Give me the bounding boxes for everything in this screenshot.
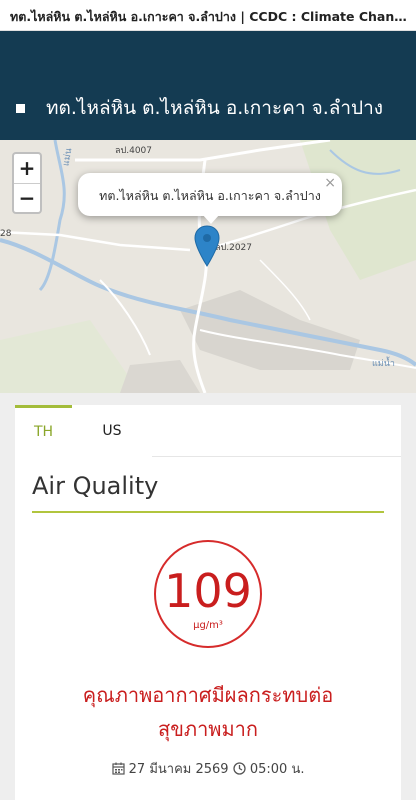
clock-icon xyxy=(233,762,246,775)
aqi-gauge: 109 µg/m³ xyxy=(154,540,262,648)
aqi-status-line1: คุณภาพอากาศมีผลกระทบต่อ xyxy=(82,683,334,707)
popup-close-button[interactable]: × xyxy=(324,175,336,191)
road-label-28: 28 xyxy=(0,229,12,239)
river-label-bottom: แม่น้ำ xyxy=(372,359,395,369)
popup-tip xyxy=(202,214,220,224)
zoom-in-button[interactable]: + xyxy=(14,154,40,184)
aqi-unit: µg/m³ xyxy=(193,620,223,631)
map-popup: ทต.ไหล่หิน ต.ไหล่หิน อ.เกาะคา จ.ลำปาง × xyxy=(78,173,342,224)
tab-us[interactable]: US xyxy=(72,405,152,457)
page-title: ทต.ไหล่หิน ต.ไหล่หิน อ.เกาะคา จ.ลำปาง xyxy=(46,97,384,119)
air-quality-card: TH US Air Quality 109 µg/m³ คุณภาพอากาศม… xyxy=(15,405,401,800)
road-label-4007: ลป.4007 xyxy=(115,146,152,156)
browser-title-bar: ทต.ไหล่หิน ต.ไหล่หิน อ.เกาะคา จ.ลำปาง | … xyxy=(0,0,416,31)
browser-title: ทต.ไหล่หิน ต.ไหล่หิน อ.เกาะคา จ.ลำปาง | … xyxy=(10,9,410,24)
tab-th[interactable]: TH xyxy=(15,405,72,457)
location-marker-icon[interactable] xyxy=(194,225,220,267)
zoom-out-button[interactable]: − xyxy=(14,184,40,213)
tab-divider xyxy=(152,456,401,457)
aqi-value: 109 xyxy=(164,564,252,618)
popup-location-text: ทต.ไหล่หิน ต.ไหล่หิน อ.เกาะคา จ.ลำปาง xyxy=(99,188,321,203)
aqi-status: คุณภาพอากาศมีผลกระทบต่อ สุขภาพมาก xyxy=(15,678,401,746)
zoom-control: + − xyxy=(12,152,42,214)
measurement-time: 05:00 น. xyxy=(249,762,305,777)
calendar-icon xyxy=(111,762,125,775)
road-label-2027: ลป.2027 xyxy=(215,243,252,253)
aqi-status-line2: สุขภาพมาก xyxy=(158,717,258,741)
header-bullet-icon xyxy=(16,104,25,113)
page-header: ทต.ไหล่หิน ต.ไหล่หิน อ.เกาะคา จ.ลำปาง xyxy=(0,31,416,140)
measurement-date: 27 มีนาคม 2569 xyxy=(128,762,229,777)
unit-tabs: TH US xyxy=(15,405,401,457)
heading-underline xyxy=(32,511,384,513)
air-quality-heading: Air Quality xyxy=(32,472,159,500)
measurement-datetime: 27 มีนาคม 2569 05:00 น. xyxy=(15,758,401,779)
